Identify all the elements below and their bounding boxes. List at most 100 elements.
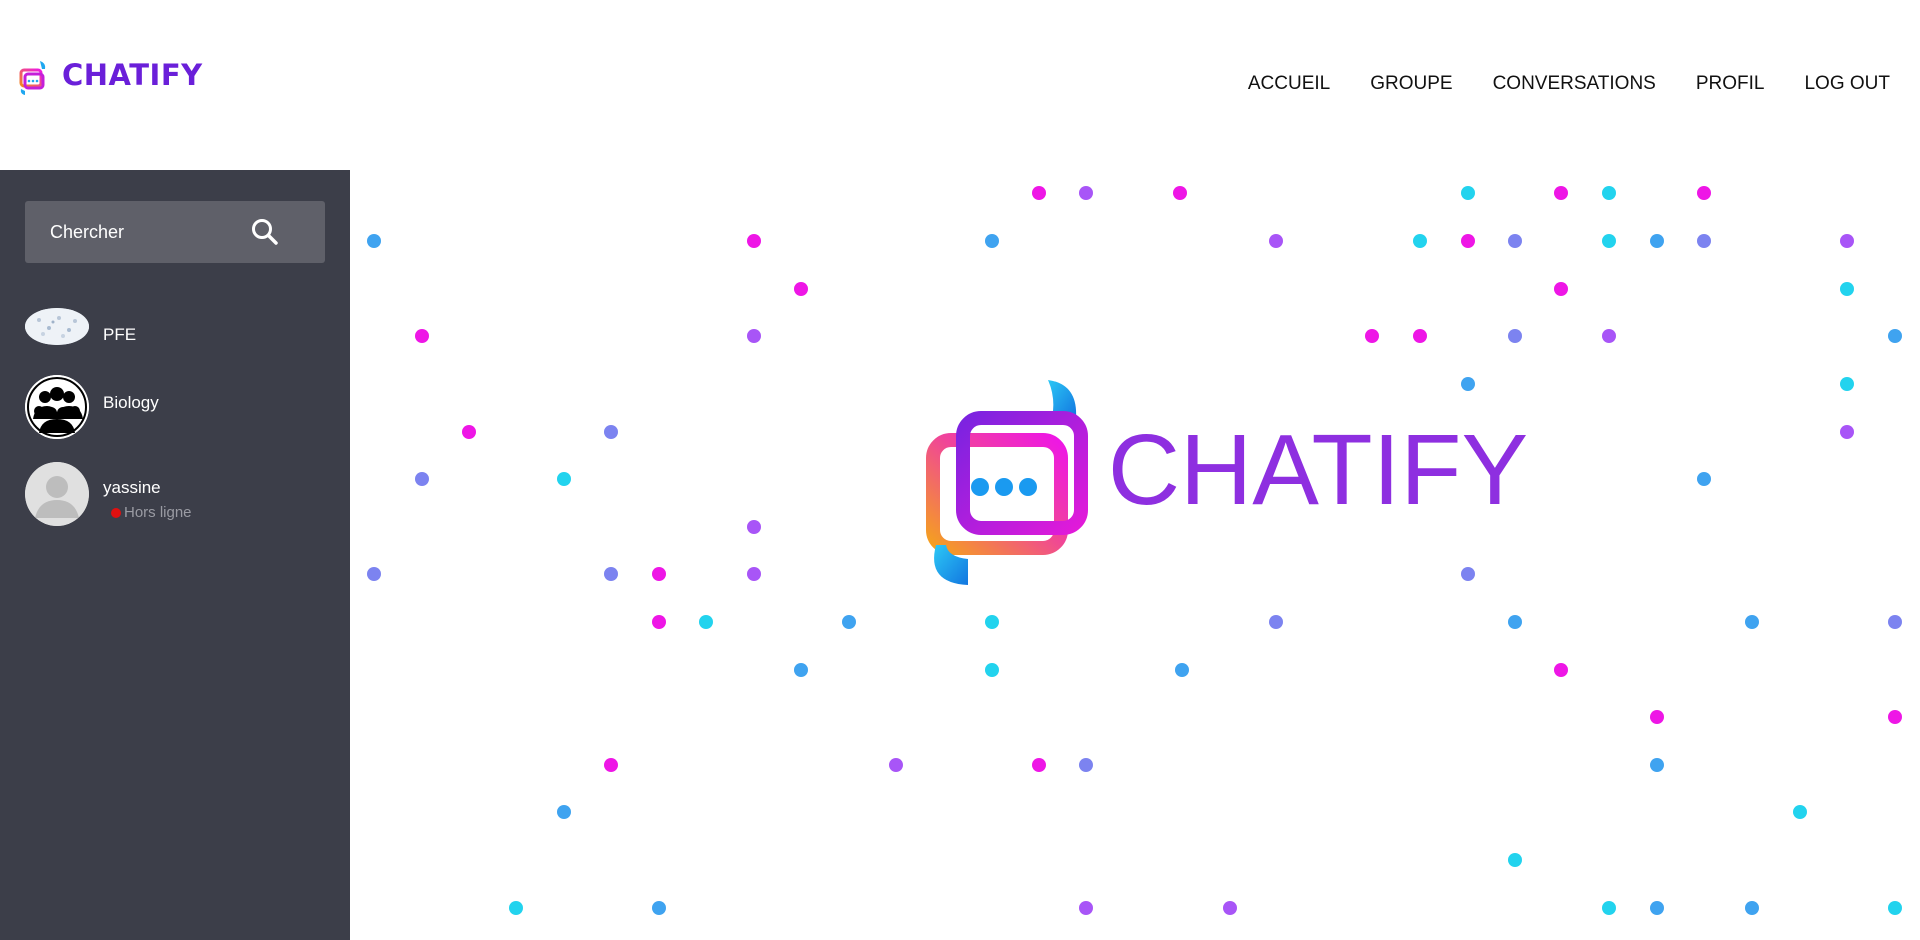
conversation-name: PFE <box>103 325 137 344</box>
decorative-dot <box>1223 901 1237 915</box>
nav-profil[interactable]: PROFIL <box>1696 73 1765 95</box>
decorative-dot <box>1508 615 1522 629</box>
decorative-dot <box>415 329 429 343</box>
decorative-dot <box>1793 805 1807 819</box>
main-content: CHATIFY <box>350 170 1920 940</box>
status-text: Hors ligne <box>124 504 192 521</box>
decorative-dot <box>1602 901 1616 915</box>
decorative-dot <box>604 567 618 581</box>
decorative-dot <box>1554 186 1568 200</box>
presence-status: Hors ligne <box>111 504 192 521</box>
chatify-logo-icon <box>19 61 46 95</box>
group-avatar <box>25 375 89 439</box>
decorative-dot <box>747 567 761 581</box>
decorative-dot <box>509 901 523 915</box>
decorative-dot <box>747 520 761 534</box>
decorative-dot <box>1461 234 1475 248</box>
decorative-dot <box>794 663 808 677</box>
decorative-dot <box>794 282 808 296</box>
decorative-dot <box>1602 329 1616 343</box>
decorative-dot <box>1079 901 1093 915</box>
decorative-dot <box>367 567 381 581</box>
decorative-dot <box>1602 234 1616 248</box>
decorative-dot <box>1554 282 1568 296</box>
decorative-dot <box>1175 663 1189 677</box>
nav-accueil[interactable]: ACCUEIL <box>1248 73 1330 95</box>
decorative-dot <box>1697 472 1711 486</box>
user-avatar <box>25 462 89 526</box>
decorative-dot <box>1461 186 1475 200</box>
decorative-dot <box>1650 710 1664 724</box>
decorative-dot <box>1269 234 1283 248</box>
decorative-dot <box>1508 329 1522 343</box>
decorative-dot <box>1650 758 1664 772</box>
decorative-dot <box>699 615 713 629</box>
decorative-dot <box>1554 663 1568 677</box>
decorative-dot <box>557 472 571 486</box>
decorative-dot <box>1602 186 1616 200</box>
nav-conversations[interactable]: CONVERSATIONS <box>1493 73 1656 95</box>
decorative-dot <box>367 234 381 248</box>
group-people-icon <box>25 375 89 439</box>
decorative-dot <box>1840 377 1854 391</box>
conversation-item-pfe[interactable]: PFE <box>25 308 136 345</box>
decorative-dot <box>1173 186 1187 200</box>
decorative-dot <box>1413 329 1427 343</box>
conversation-name: yassine <box>103 478 161 497</box>
decorative-dot <box>747 329 761 343</box>
group-photo-avatar <box>25 308 89 345</box>
group-photo-thumbnail-icon <box>25 308 89 345</box>
decorative-dot <box>1697 234 1711 248</box>
decorative-dot <box>415 472 429 486</box>
decorative-dot <box>1508 234 1522 248</box>
conversation-name: Biology <box>103 393 159 412</box>
decorative-dot <box>1888 329 1902 343</box>
decorative-dot <box>985 615 999 629</box>
decorative-dot <box>1079 758 1093 772</box>
search-box <box>25 201 325 263</box>
decorative-dot <box>604 758 618 772</box>
sidebar: PFE Biology <box>0 170 350 940</box>
decorative-dot <box>1888 901 1902 915</box>
decorative-dot <box>462 425 476 439</box>
decorative-dot <box>1840 282 1854 296</box>
decorative-dot <box>1461 567 1475 581</box>
decorative-dot <box>1461 377 1475 391</box>
decorative-dot <box>1413 234 1427 248</box>
brand[interactable]: CHATIFY <box>18 58 203 98</box>
decorative-dot <box>1269 615 1283 629</box>
decorative-dot <box>652 567 666 581</box>
decorative-dot <box>1888 615 1902 629</box>
search-input[interactable] <box>25 201 265 263</box>
decorative-dot <box>1032 186 1046 200</box>
decorative-dot <box>1745 901 1759 915</box>
decorative-dot <box>1032 758 1046 772</box>
conversation-item-biology[interactable]: Biology <box>25 375 159 439</box>
decorative-dot <box>889 758 903 772</box>
decorative-dot <box>1508 853 1522 867</box>
decorative-dot <box>1840 234 1854 248</box>
decorative-dot <box>985 663 999 677</box>
user-placeholder-icon <box>25 462 89 526</box>
decorative-dot <box>1650 234 1664 248</box>
decorative-dot <box>1079 186 1093 200</box>
conversation-item-yassine[interactable]: yassine Hors ligne <box>25 462 192 526</box>
brand-name: CHATIFY <box>62 58 203 92</box>
decorative-dot <box>557 805 571 819</box>
offline-dot-icon <box>111 507 121 518</box>
nav-groupe[interactable]: GROUPE <box>1370 73 1452 95</box>
decorative-dot <box>1888 710 1902 724</box>
nav-logout[interactable]: LOG OUT <box>1804 73 1890 95</box>
search-icon[interactable] <box>250 217 280 247</box>
main-nav: ACCUEIL GROUPE CONVERSATIONS PROFIL LOG … <box>1208 73 1890 95</box>
decorative-dot <box>747 234 761 248</box>
decorative-dot <box>604 425 618 439</box>
decorative-dot <box>1745 615 1759 629</box>
decorative-dot <box>1365 329 1379 343</box>
decorative-dots-background <box>367 186 1902 915</box>
decorative-dot <box>1650 901 1664 915</box>
decorative-dot <box>652 901 666 915</box>
decorative-dot <box>1697 186 1711 200</box>
top-header: CHATIFY ACCUEIL GROUPE CONVERSATIONS PRO… <box>0 0 1920 170</box>
decorative-dot <box>985 234 999 248</box>
